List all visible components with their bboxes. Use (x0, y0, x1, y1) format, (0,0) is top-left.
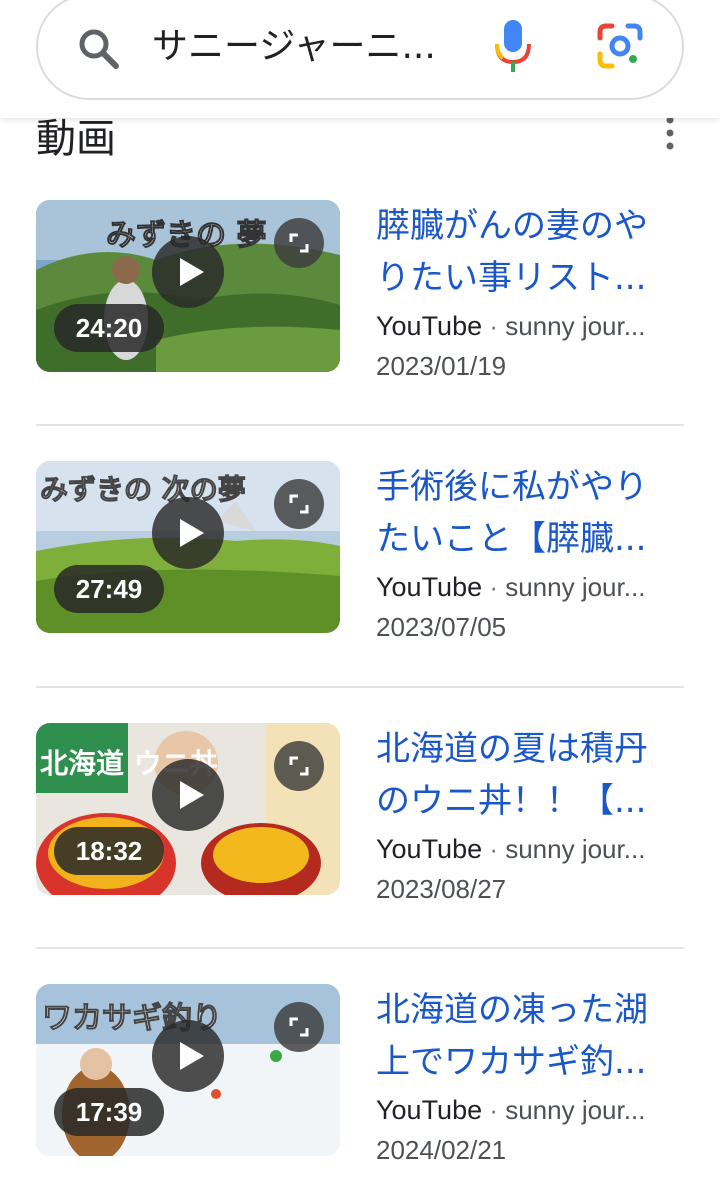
video-source: YouTube (376, 834, 483, 864)
video-date: 2023/07/05 (376, 612, 507, 642)
play-button[interactable] (152, 497, 224, 569)
video-channel: sunny jour... (505, 834, 646, 864)
video-title-link[interactable]: 北海道の夏は積丹のウニ丼！！【... (376, 723, 681, 827)
expand-icon (289, 494, 309, 514)
meta-separator: · (482, 311, 506, 341)
video-date: 2024/02/21 (376, 1135, 507, 1165)
video-source: YouTube (376, 311, 483, 341)
video-result[interactable]: みずきの 夢 24:20 膵臓がんの妻のやりたい事リスト... YouTube … (36, 200, 684, 381)
video-thumbnail[interactable]: みずきの 夢 24:20 (36, 200, 340, 372)
video-meta: YouTube · sunny jour... (376, 1092, 676, 1128)
video-title-link[interactable]: 北海道の凍った湖上でワカサギ釣... (376, 984, 681, 1088)
divider (36, 947, 684, 949)
duration-badge: 27:49 (54, 565, 164, 613)
video-source: YouTube (376, 1095, 483, 1125)
video-date: 2023/08/27 (376, 874, 507, 904)
meta-separator: · (482, 834, 506, 864)
divider (36, 686, 684, 688)
expand-button[interactable] (274, 218, 324, 268)
play-button[interactable] (152, 236, 224, 308)
mic-icon[interactable] (492, 18, 534, 74)
expand-button[interactable] (274, 1002, 324, 1052)
duration-badge: 17:39 (54, 1088, 164, 1136)
video-channel: sunny jour... (505, 311, 646, 341)
video-title-link[interactable]: 手術後に私がやりたいこと【膵臓... (376, 461, 681, 565)
play-icon (180, 519, 204, 547)
meta-separator: · (482, 1095, 506, 1125)
play-icon (180, 258, 204, 286)
search-icon[interactable] (76, 26, 122, 72)
video-channel: sunny jour... (505, 1095, 646, 1125)
play-button[interactable] (152, 1020, 224, 1092)
video-result[interactable]: ワカサギ釣り 17:39 北海道の凍った湖上でワカサギ釣... YouTube … (36, 984, 684, 1165)
expand-button[interactable] (274, 479, 324, 529)
google-lens-icon[interactable] (596, 22, 644, 70)
duration-badge: 18:32 (54, 827, 164, 875)
expand-icon (289, 233, 309, 253)
search-header: サニージャーニ... (0, 0, 720, 118)
play-icon (180, 781, 204, 809)
expand-icon (289, 1017, 309, 1037)
play-icon (180, 1042, 204, 1070)
video-date: 2023/01/19 (376, 351, 507, 381)
video-meta: YouTube · sunny jour... (376, 569, 676, 605)
video-thumbnail[interactable]: みずきの 次の夢 27:49 (36, 461, 340, 633)
video-source: YouTube (376, 572, 483, 602)
meta-separator: · (482, 572, 506, 602)
section-title: 動画 (36, 116, 116, 162)
expand-button[interactable] (274, 741, 324, 791)
video-result[interactable]: みずきの 次の夢 27:49 手術後に私がやりたいこと【膵臓... YouTub… (36, 461, 684, 642)
video-thumbnail[interactable]: ワカサギ釣り 17:39 (36, 984, 340, 1156)
video-meta: YouTube · sunny jour... (376, 831, 676, 867)
video-channel: sunny jour... (505, 572, 646, 602)
video-title-link[interactable]: 膵臓がんの妻のやりたい事リスト... (376, 200, 681, 304)
play-button[interactable] (152, 759, 224, 831)
more-vert-icon[interactable] (660, 116, 680, 150)
expand-icon (289, 756, 309, 776)
search-input[interactable]: サニージャーニ... (152, 22, 462, 72)
divider (36, 424, 684, 426)
video-thumbnail[interactable]: 北海道 ウニ丼 18:32 (36, 723, 340, 895)
video-meta: YouTube · sunny jour... (376, 308, 676, 344)
duration-badge: 24:20 (54, 304, 164, 352)
video-result[interactable]: 北海道 ウニ丼 18:32 北海道の夏は積丹のウニ丼！！【... YouTube… (36, 723, 684, 904)
